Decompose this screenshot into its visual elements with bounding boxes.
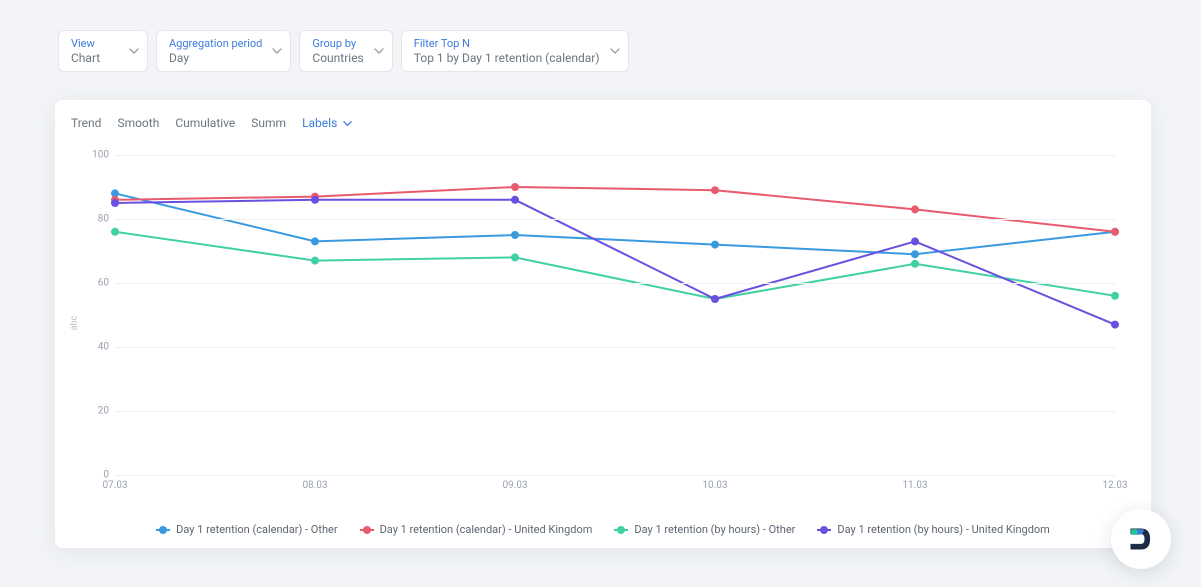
chart-plot: abc 02040608010007.0308.0309.0310.0311.0…	[115, 155, 1115, 475]
legend-marker-icon	[614, 526, 628, 534]
series-point[interactable]	[911, 237, 919, 245]
series-point[interactable]	[511, 183, 519, 191]
view-label: View	[71, 37, 119, 50]
y-tick-label: 40	[81, 342, 109, 353]
filter-value: Top 1 by Day 1 retention (calendar)	[414, 51, 600, 65]
tab-trend[interactable]: Trend	[71, 116, 101, 130]
legend-item[interactable]: Day 1 retention (calendar) - United King…	[360, 523, 593, 536]
chart-tabs: Trend Smooth Cumulative Summ Labels	[55, 100, 1151, 130]
y-axis-title: abc	[69, 316, 79, 331]
x-tick-label: 08.03	[302, 480, 327, 491]
groupby-dropdown[interactable]: Group by Countries	[299, 30, 392, 72]
x-tick-label: 09.03	[502, 480, 527, 491]
chevron-down-icon	[374, 46, 384, 56]
y-tick-label: 100	[81, 150, 109, 161]
tab-labels[interactable]: Labels	[302, 116, 352, 130]
series-point[interactable]	[911, 205, 919, 213]
y-tick-label: 20	[81, 406, 109, 417]
series-point[interactable]	[311, 237, 319, 245]
series-point[interactable]	[111, 199, 119, 207]
legend-label: Day 1 retention (by hours) - Other	[634, 523, 795, 536]
chevron-down-icon	[272, 46, 282, 56]
series-point[interactable]	[911, 260, 919, 268]
chart-lines	[115, 155, 1115, 475]
gridline	[115, 155, 1115, 156]
groupby-value: Countries	[312, 51, 363, 65]
tab-labels-text: Labels	[302, 116, 337, 130]
filter-bar: View Chart Aggregation period Day Group …	[0, 0, 1201, 72]
series-line	[115, 232, 1115, 299]
filter-label: Filter Top N	[414, 37, 600, 50]
series-point[interactable]	[1111, 292, 1119, 300]
legend-label: Day 1 retention (by hours) - United King…	[837, 523, 1049, 536]
x-tick-label: 12.03	[1102, 480, 1127, 491]
y-tick-label: 60	[81, 278, 109, 289]
legend-item[interactable]: Day 1 retention (by hours) - United King…	[817, 523, 1049, 536]
legend-label: Day 1 retention (calendar) - Other	[176, 523, 337, 536]
x-tick-label: 11.03	[902, 480, 927, 491]
tab-summ[interactable]: Summ	[251, 116, 286, 130]
filter-dropdown[interactable]: Filter Top N Top 1 by Day 1 retention (c…	[401, 30, 629, 72]
gridline	[115, 219, 1115, 220]
view-value: Chart	[71, 51, 119, 65]
chevron-down-icon	[129, 46, 139, 56]
aggregation-value: Day	[169, 51, 262, 65]
series-point[interactable]	[311, 196, 319, 204]
chart-card: Trend Smooth Cumulative Summ Labels abc …	[55, 100, 1151, 548]
chevron-down-icon	[610, 46, 620, 56]
series-point[interactable]	[511, 231, 519, 239]
legend-label: Day 1 retention (calendar) - United King…	[380, 523, 593, 536]
chart-legend: Day 1 retention (calendar) - Other Day 1 …	[55, 523, 1151, 536]
series-point[interactable]	[311, 257, 319, 265]
view-dropdown[interactable]: View Chart	[58, 30, 148, 72]
series-point[interactable]	[511, 253, 519, 261]
x-tick-label: 10.03	[702, 480, 727, 491]
series-point[interactable]	[711, 186, 719, 194]
series-point[interactable]	[1111, 321, 1119, 329]
tab-smooth[interactable]: Smooth	[117, 116, 159, 130]
series-line	[115, 187, 1115, 232]
legend-item[interactable]: Day 1 retention (by hours) - Other	[614, 523, 795, 536]
series-point[interactable]	[711, 241, 719, 249]
tab-cumulative[interactable]: Cumulative	[175, 116, 235, 130]
series-point[interactable]	[111, 228, 119, 236]
y-tick-label: 0	[81, 470, 109, 481]
aggregation-dropdown[interactable]: Aggregation period Day	[156, 30, 291, 72]
brand-logo-icon	[1127, 525, 1155, 553]
series-point[interactable]	[911, 250, 919, 258]
gridline	[115, 283, 1115, 284]
series-line	[115, 193, 1115, 254]
aggregation-label: Aggregation period	[169, 37, 262, 50]
chevron-down-icon	[343, 119, 352, 128]
y-tick-label: 80	[81, 214, 109, 225]
gridline	[115, 347, 1115, 348]
series-point[interactable]	[711, 295, 719, 303]
brand-logo-badge[interactable]	[1111, 509, 1171, 569]
legend-item[interactable]: Day 1 retention (calendar) - Other	[156, 523, 337, 536]
gridline	[115, 475, 1115, 476]
x-tick-label: 07.03	[102, 480, 127, 491]
groupby-label: Group by	[312, 37, 363, 50]
legend-marker-icon	[360, 526, 374, 534]
gridline	[115, 411, 1115, 412]
series-point[interactable]	[511, 196, 519, 204]
series-point[interactable]	[1111, 228, 1119, 236]
legend-marker-icon	[817, 526, 831, 534]
legend-marker-icon	[156, 526, 170, 534]
